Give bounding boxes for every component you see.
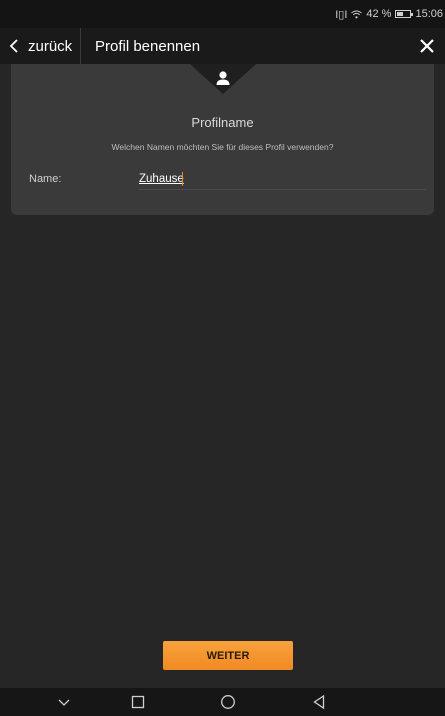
triangle-back-icon <box>313 694 325 710</box>
chevron-left-icon <box>9 39 18 53</box>
navigation-bar <box>0 688 445 716</box>
close-icon <box>420 39 434 53</box>
circle-icon <box>221 695 235 709</box>
close-button[interactable] <box>409 28 445 64</box>
chevron-down-icon <box>58 699 70 706</box>
square-icon <box>131 695 145 709</box>
wifi-icon <box>351 10 363 19</box>
user-icon <box>216 71 229 85</box>
name-field-wrapper <box>139 171 426 190</box>
home-button[interactable] <box>214 692 242 712</box>
text-cursor <box>182 172 183 186</box>
card-question: Welchen Namen möchten Sie für dieses Pro… <box>111 142 334 152</box>
signal-icon: I▯I <box>335 8 348 21</box>
card-title: Profilname <box>191 115 254 130</box>
name-input[interactable] <box>139 171 339 185</box>
battery-percent: 42 % <box>366 8 392 20</box>
back-nav-button[interactable] <box>305 692 333 712</box>
battery-icon <box>395 10 414 18</box>
page-title: Profil benennen <box>95 37 201 55</box>
profile-name-card: Profilname Welchen Namen möchten Sie für… <box>11 64 434 215</box>
header: zurück Profil benennen <box>0 28 445 64</box>
name-row: Name: <box>29 171 426 190</box>
hide-nav-button[interactable] <box>50 692 78 712</box>
clock: 15:06 <box>415 8 443 20</box>
back-label: zurück <box>28 37 73 55</box>
header-divider <box>80 28 81 64</box>
screen: I▯I 42 % 15:06 zurück Profil benennen Pr… <box>0 0 445 716</box>
back-button[interactable]: zurück <box>0 28 80 64</box>
recent-apps-button[interactable] <box>124 692 152 712</box>
next-button[interactable]: WEITER <box>163 641 293 670</box>
status-bar: I▯I 42 % 15:06 <box>0 0 445 28</box>
name-label: Name: <box>29 173 62 185</box>
next-button-label: WEITER <box>206 649 250 662</box>
